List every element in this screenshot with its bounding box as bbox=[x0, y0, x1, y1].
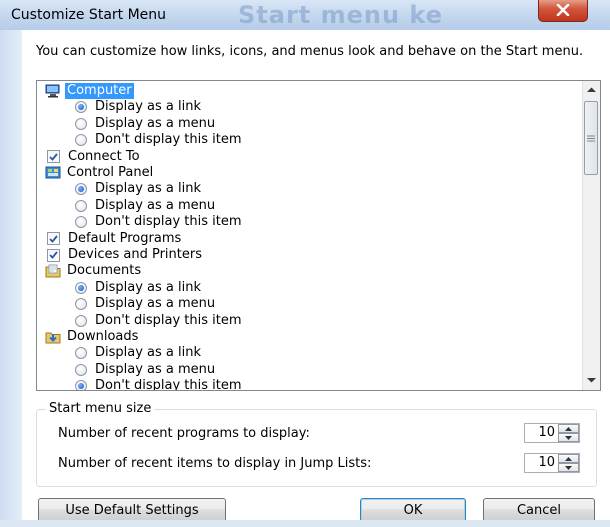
item-label: Documents bbox=[67, 263, 142, 279]
checkmark-icon bbox=[49, 153, 58, 161]
radio-option[interactable]: Don't display this item bbox=[75, 214, 244, 230]
radio-button[interactable] bbox=[75, 183, 87, 196]
item-label: Display as a menu bbox=[95, 296, 216, 312]
item-label: Control Panel bbox=[67, 165, 154, 180]
jump-list-label: Number of recent items to display in Jum… bbox=[58, 456, 372, 471]
radio-option[interactable]: Display as a link bbox=[75, 280, 203, 296]
radio-option[interactable]: Don't display this item bbox=[75, 313, 244, 329]
radio-button[interactable] bbox=[75, 347, 87, 360]
radio-option[interactable]: Display as a link bbox=[75, 345, 203, 361]
item-label: Don't display this item bbox=[95, 214, 242, 230]
jump-list-value[interactable]: 10 bbox=[525, 455, 555, 470]
recent-programs-label: Number of recent programs to display: bbox=[58, 426, 310, 441]
item-label: Don't display this item bbox=[95, 312, 242, 328]
window-frame-bottom bbox=[0, 520, 610, 527]
radio-button[interactable] bbox=[75, 281, 87, 294]
radio-option[interactable]: Display as a menu bbox=[75, 296, 217, 312]
grip-icon bbox=[587, 135, 595, 141]
chevron-up-icon bbox=[565, 426, 572, 431]
start-menu-size-group bbox=[36, 409, 597, 487]
title-bar: Start menu ke Customize Start Menu bbox=[0, 0, 610, 30]
recent-programs-up-button[interactable] bbox=[558, 424, 579, 433]
window-frame-left bbox=[0, 30, 22, 527]
category-row[interactable]: Control Panel bbox=[45, 165, 155, 181]
scroll-up-button[interactable] bbox=[583, 81, 600, 98]
scroll-down-button[interactable] bbox=[583, 371, 600, 388]
group-legend: Start menu size bbox=[46, 401, 155, 417]
use-default-settings-button[interactable]: Use Default Settings bbox=[38, 498, 226, 522]
item-label: Don't display this item bbox=[95, 378, 242, 390]
recent-programs-down-button[interactable] bbox=[558, 433, 579, 442]
item-label: Computer bbox=[65, 83, 134, 99]
radio-button[interactable] bbox=[75, 101, 87, 114]
radio-option[interactable]: Display as a link bbox=[75, 99, 203, 115]
radio-option[interactable]: Don't display this item bbox=[75, 378, 244, 390]
recent-programs-value[interactable]: 10 bbox=[525, 425, 555, 440]
background-window-title: Start menu ke bbox=[238, 1, 444, 29]
recent-programs-stepper[interactable]: 10 bbox=[524, 423, 580, 443]
item-label: Display as a menu bbox=[95, 361, 216, 377]
radio-option[interactable]: Display as a menu bbox=[75, 198, 217, 214]
category-row[interactable]: Documents bbox=[45, 263, 143, 279]
list-viewport: Computer Display as a link Display as a me… bbox=[37, 81, 569, 390]
computer-icon bbox=[45, 84, 61, 98]
radio-option[interactable]: Display as a link bbox=[75, 181, 203, 197]
item-label: Display as a link bbox=[95, 99, 202, 115]
checkbox[interactable] bbox=[47, 232, 60, 246]
jump-list-stepper[interactable]: 10 bbox=[524, 453, 580, 473]
scroll-thumb[interactable] bbox=[584, 101, 598, 175]
checkmark-icon bbox=[49, 251, 58, 259]
item-label: Display as a link bbox=[95, 345, 202, 361]
checkbox-option[interactable]: Devices and Printers bbox=[47, 247, 204, 263]
checkbox[interactable] bbox=[47, 150, 60, 164]
cancel-button[interactable]: Cancel bbox=[483, 498, 595, 522]
radio-button[interactable] bbox=[75, 298, 87, 311]
radio-button[interactable] bbox=[75, 199, 87, 212]
item-label: Don't display this item bbox=[95, 132, 242, 148]
documents-icon bbox=[45, 264, 61, 278]
vertical-scrollbar[interactable] bbox=[582, 81, 600, 390]
jump-list-down-button[interactable] bbox=[558, 463, 579, 472]
item-label: Devices and Printers bbox=[68, 247, 202, 262]
radio-button[interactable] bbox=[75, 117, 87, 130]
intro-text: You can customize how links, icons, and … bbox=[36, 44, 584, 59]
radio-button[interactable] bbox=[75, 363, 87, 376]
radio-button[interactable] bbox=[75, 380, 87, 390]
item-label: Downloads bbox=[67, 329, 139, 344]
close-button[interactable] bbox=[538, 0, 588, 22]
close-icon bbox=[556, 4, 570, 16]
category-row[interactable]: Computer bbox=[45, 83, 134, 99]
ok-button[interactable]: OK bbox=[360, 498, 466, 522]
item-label: Display as a menu bbox=[95, 115, 216, 131]
downloads-icon bbox=[45, 330, 61, 344]
checkbox-option[interactable]: Connect To bbox=[47, 149, 142, 165]
control-panel-icon bbox=[45, 166, 61, 180]
checkmark-icon bbox=[49, 235, 58, 243]
radio-option[interactable]: Don't display this item bbox=[75, 132, 244, 148]
item-label: Default Programs bbox=[68, 230, 182, 246]
item-label: Connect To bbox=[68, 148, 140, 164]
item-label: Display as a menu bbox=[95, 197, 216, 213]
radio-button[interactable] bbox=[75, 216, 87, 229]
start-menu-items-list[interactable]: Computer Display as a link Display as a me… bbox=[36, 80, 601, 391]
category-row[interactable]: Downloads bbox=[45, 329, 140, 345]
jump-list-up-button[interactable] bbox=[558, 454, 579, 463]
chevron-up-icon bbox=[587, 87, 596, 92]
radio-option[interactable]: Display as a menu bbox=[75, 116, 217, 132]
radio-button[interactable] bbox=[75, 314, 87, 327]
chevron-up-icon bbox=[565, 456, 572, 461]
chevron-down-icon bbox=[565, 465, 572, 470]
chevron-down-icon bbox=[587, 377, 596, 382]
window-title: Customize Start Menu bbox=[11, 7, 167, 23]
item-label: Display as a link bbox=[95, 279, 202, 295]
radio-option[interactable]: Display as a menu bbox=[75, 362, 217, 378]
item-label: Display as a link bbox=[95, 181, 202, 197]
checkbox-option[interactable]: Default Programs bbox=[47, 231, 183, 247]
checkbox[interactable] bbox=[47, 248, 60, 262]
radio-button[interactable] bbox=[75, 134, 87, 147]
chevron-down-icon bbox=[565, 435, 572, 440]
